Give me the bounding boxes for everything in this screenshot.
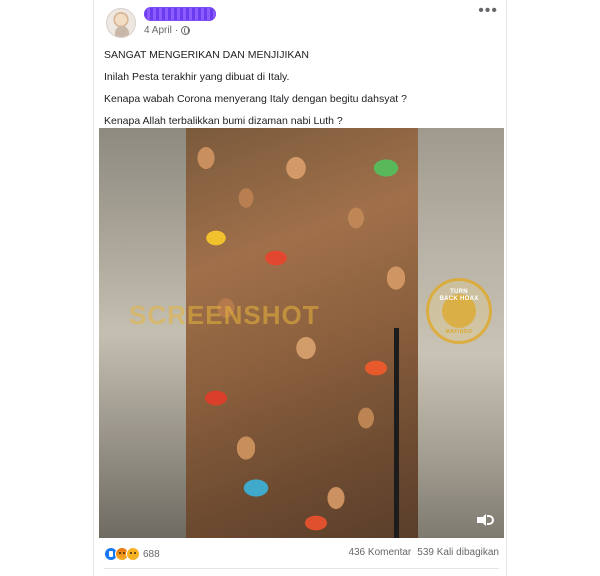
caption-line: Inilah Pesta terakhir yang dibuat di Ita… xyxy=(104,71,290,83)
reactions-summary[interactable]: 688 xyxy=(104,547,160,561)
globe-icon xyxy=(181,26,191,35)
turnbackhoax-seal: TURN BACK HOAX MAFINDO xyxy=(426,278,492,344)
footer-divider xyxy=(104,568,499,569)
more-options-icon[interactable]: ••• xyxy=(478,2,498,20)
shares-count[interactable]: 539 Kali dibagikan xyxy=(417,547,499,558)
reaction-count: 688 xyxy=(143,548,160,560)
post-video[interactable]: SCREENSHOT TURN BACK HOAX MAFINDO xyxy=(99,128,504,538)
video-frame-pole xyxy=(394,328,399,538)
sad-reaction-icon xyxy=(126,547,140,561)
comments-count[interactable]: 436 Komentar xyxy=(348,547,411,558)
sound-wave-icon xyxy=(487,515,494,525)
post-meta: 4 April · xyxy=(144,25,191,36)
avatar[interactable] xyxy=(106,8,136,38)
post-date[interactable]: 4 April xyxy=(144,25,172,36)
facebook-post: 4 April · ••• SANGAT MENGERIKAN DAN MENJ… xyxy=(93,0,507,576)
seal-line-2: BACK HOAX xyxy=(439,296,479,302)
seal-line-1: TURN xyxy=(450,289,468,295)
screenshot-watermark: SCREENSHOT xyxy=(129,300,320,330)
speaker-icon[interactable] xyxy=(476,512,494,528)
video-frame xyxy=(186,128,418,538)
caption-line: SANGAT MENGERIKAN DAN MENJIJIKAN xyxy=(104,49,309,61)
video-blur-left xyxy=(99,128,186,538)
post-caption: SANGAT MENGERIKAN DAN MENJIJIKAN Inilah … xyxy=(104,44,499,132)
seal-ring-text: MAFINDO xyxy=(445,329,473,335)
post-footer: 688 436 Komentar 539 Kali dibagikan xyxy=(104,546,499,564)
author-name-redacted xyxy=(144,7,216,21)
post-stats: 436 Komentar 539 Kali dibagikan xyxy=(348,547,499,558)
caption-line: Kenapa wabah Corona menyerang Italy deng… xyxy=(104,93,407,105)
